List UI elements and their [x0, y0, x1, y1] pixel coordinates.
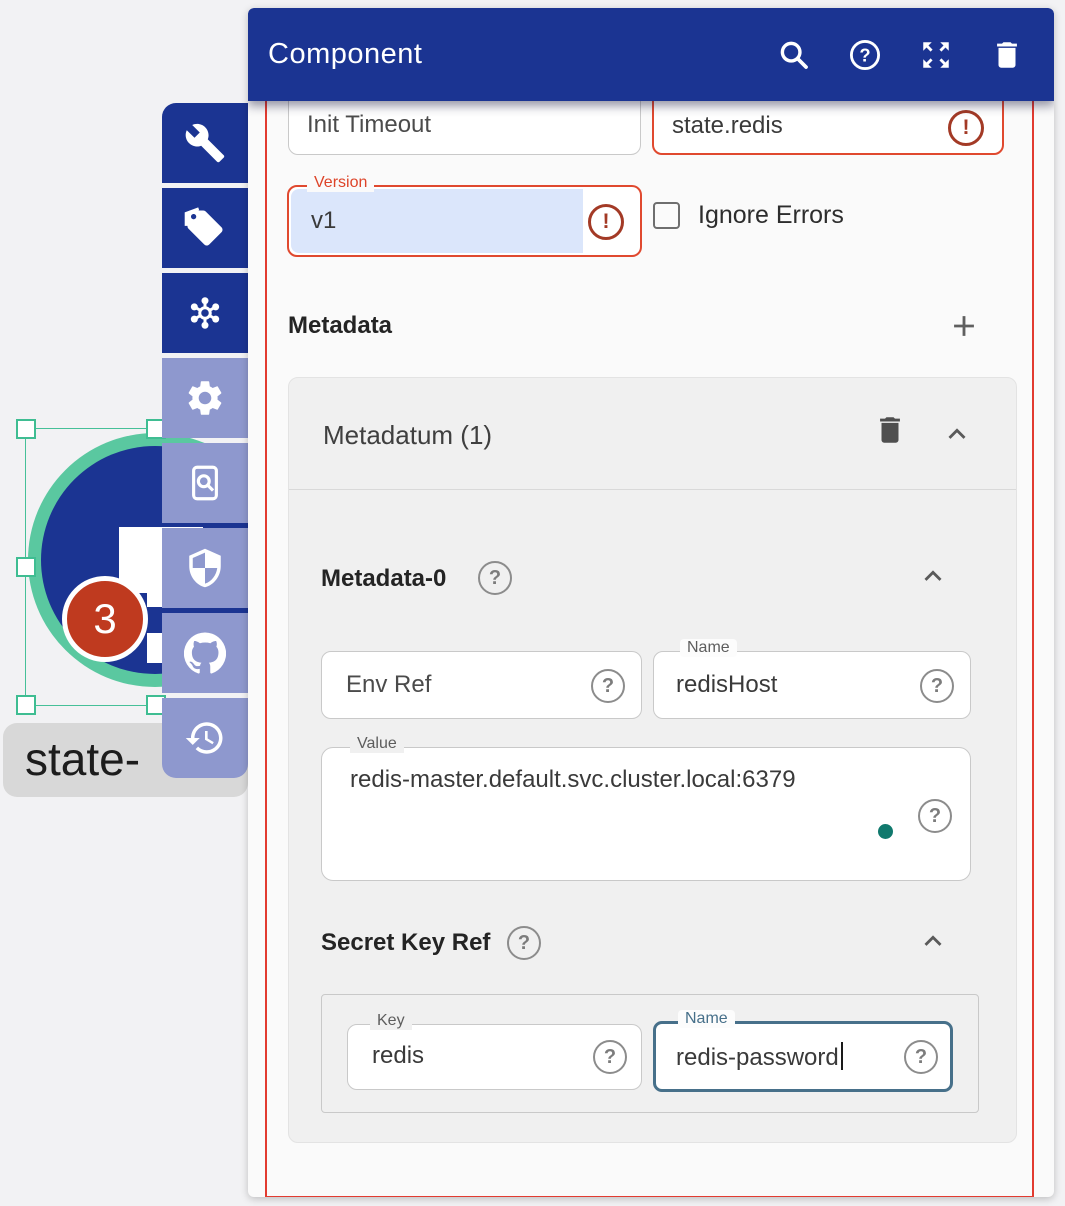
chevron-up-icon — [940, 417, 974, 451]
name-value: redisHost — [676, 671, 777, 699]
inspect-tool-button[interactable] — [162, 443, 248, 523]
ignore-errors-label: Ignore Errors — [698, 202, 844, 229]
node-label-text: state- — [25, 723, 140, 795]
chevron-up-icon — [916, 559, 950, 593]
collapse-metadata0-button[interactable] — [915, 558, 951, 594]
metadata0-heading: Metadata-0 — [321, 565, 446, 593]
wrench-icon — [184, 122, 226, 164]
delete-icon[interactable] — [990, 38, 1024, 72]
value-text: redis-master.default.svc.cluster.local:6… — [350, 766, 796, 794]
hub-network-icon — [184, 292, 226, 334]
collapse-metadatum-button[interactable] — [939, 416, 975, 452]
secret-name-label: Name — [678, 1010, 735, 1028]
env-ref-field[interactable]: Env Ref ? — [321, 651, 642, 719]
svg-text:?: ? — [859, 44, 870, 65]
configure-tool-button[interactable] — [162, 103, 248, 183]
name-label: Name — [680, 639, 737, 657]
document-search-icon — [184, 462, 226, 504]
chevron-up-icon — [916, 924, 950, 958]
help-icon[interactable]: ? — [507, 926, 541, 960]
text-cursor — [841, 1042, 843, 1070]
help-icon[interactable]: ? — [478, 561, 512, 595]
value-label: Value — [350, 735, 404, 753]
help-icon[interactable]: ? — [920, 669, 954, 703]
value-drag-dot[interactable] — [878, 824, 893, 839]
github-icon — [184, 632, 226, 674]
help-icon[interactable]: ? — [593, 1040, 627, 1074]
search-icon[interactable] — [777, 38, 811, 72]
tag-icon — [184, 207, 226, 249]
error-icon: ! — [948, 110, 984, 146]
init-timeout-label: Init Timeout — [307, 111, 431, 139]
secret-key-ref-group: Key redis ? Name redis-password ? — [321, 994, 979, 1113]
badge-count: 3 — [93, 595, 116, 643]
tag-tool-button[interactable] — [162, 188, 248, 268]
gear-icon — [184, 377, 226, 419]
component-type-value: state.redis — [672, 112, 783, 140]
plus-icon — [947, 309, 981, 343]
hub-tool-button[interactable] — [162, 273, 248, 353]
secret-name-value: redis-password — [676, 1042, 843, 1072]
secret-name-text: redis-password — [676, 1044, 839, 1071]
panel-title: Component — [268, 8, 422, 101]
version-label: Version — [307, 174, 374, 192]
panel-header: Component ? — [248, 8, 1054, 101]
error-count-badge: 3 — [62, 576, 148, 662]
help-icon[interactable]: ? — [918, 799, 952, 833]
component-form: Init Timeout state.redis ! Version v1 ! … — [248, 8, 1054, 1197]
expand-icon[interactable] — [919, 38, 953, 72]
metadatum-card: Metadatum (1) Metadata-0 ? Env Ref ? — [288, 377, 1017, 1143]
metadata-name-field[interactable]: Name redisHost ? — [653, 651, 971, 719]
shield-icon — [184, 547, 226, 589]
key-label: Key — [370, 1012, 412, 1030]
help-icon[interactable]: ? — [904, 1040, 938, 1074]
metadatum-title: Metadatum (1) — [323, 420, 492, 451]
collapse-secret-button[interactable] — [915, 923, 951, 959]
settings-tool-button[interactable] — [162, 358, 248, 438]
secret-key-field[interactable]: Key redis ? — [347, 1024, 642, 1090]
selection-handle-top-left[interactable] — [16, 419, 36, 439]
design-canvas: 3 state- — [0, 0, 1065, 1206]
secret-key-ref-heading: Secret Key Ref — [321, 929, 490, 957]
add-metadata-button[interactable] — [946, 308, 982, 344]
ignore-errors-checkbox[interactable] — [653, 202, 680, 229]
trash-icon — [873, 413, 907, 447]
version-field[interactable]: Version v1 ! — [287, 185, 642, 257]
version-value: v1 — [311, 207, 336, 235]
secret-name-field[interactable]: Name redis-password ? — [653, 1021, 953, 1092]
key-value: redis — [372, 1042, 424, 1070]
help-icon[interactable]: ? — [848, 38, 882, 72]
history-icon — [184, 717, 226, 759]
env-ref-placeholder: Env Ref — [346, 671, 431, 699]
metadata-heading: Metadata — [288, 312, 392, 340]
error-icon: ! — [588, 204, 624, 240]
selection-handle-bottom-left[interactable] — [16, 695, 36, 715]
security-tool-button[interactable] — [162, 528, 248, 608]
component-panel: Init Timeout state.redis ! Version v1 ! … — [248, 8, 1054, 1197]
help-icon[interactable]: ? — [591, 669, 625, 703]
selection-handle-middle-left[interactable] — [16, 557, 36, 577]
card-divider — [289, 489, 1016, 490]
metadata-value-field[interactable]: Value redis-master.default.svc.cluster.l… — [321, 747, 971, 881]
delete-metadatum-button[interactable] — [872, 412, 908, 448]
github-tool-button[interactable] — [162, 613, 248, 693]
history-tool-button[interactable] — [162, 698, 248, 778]
